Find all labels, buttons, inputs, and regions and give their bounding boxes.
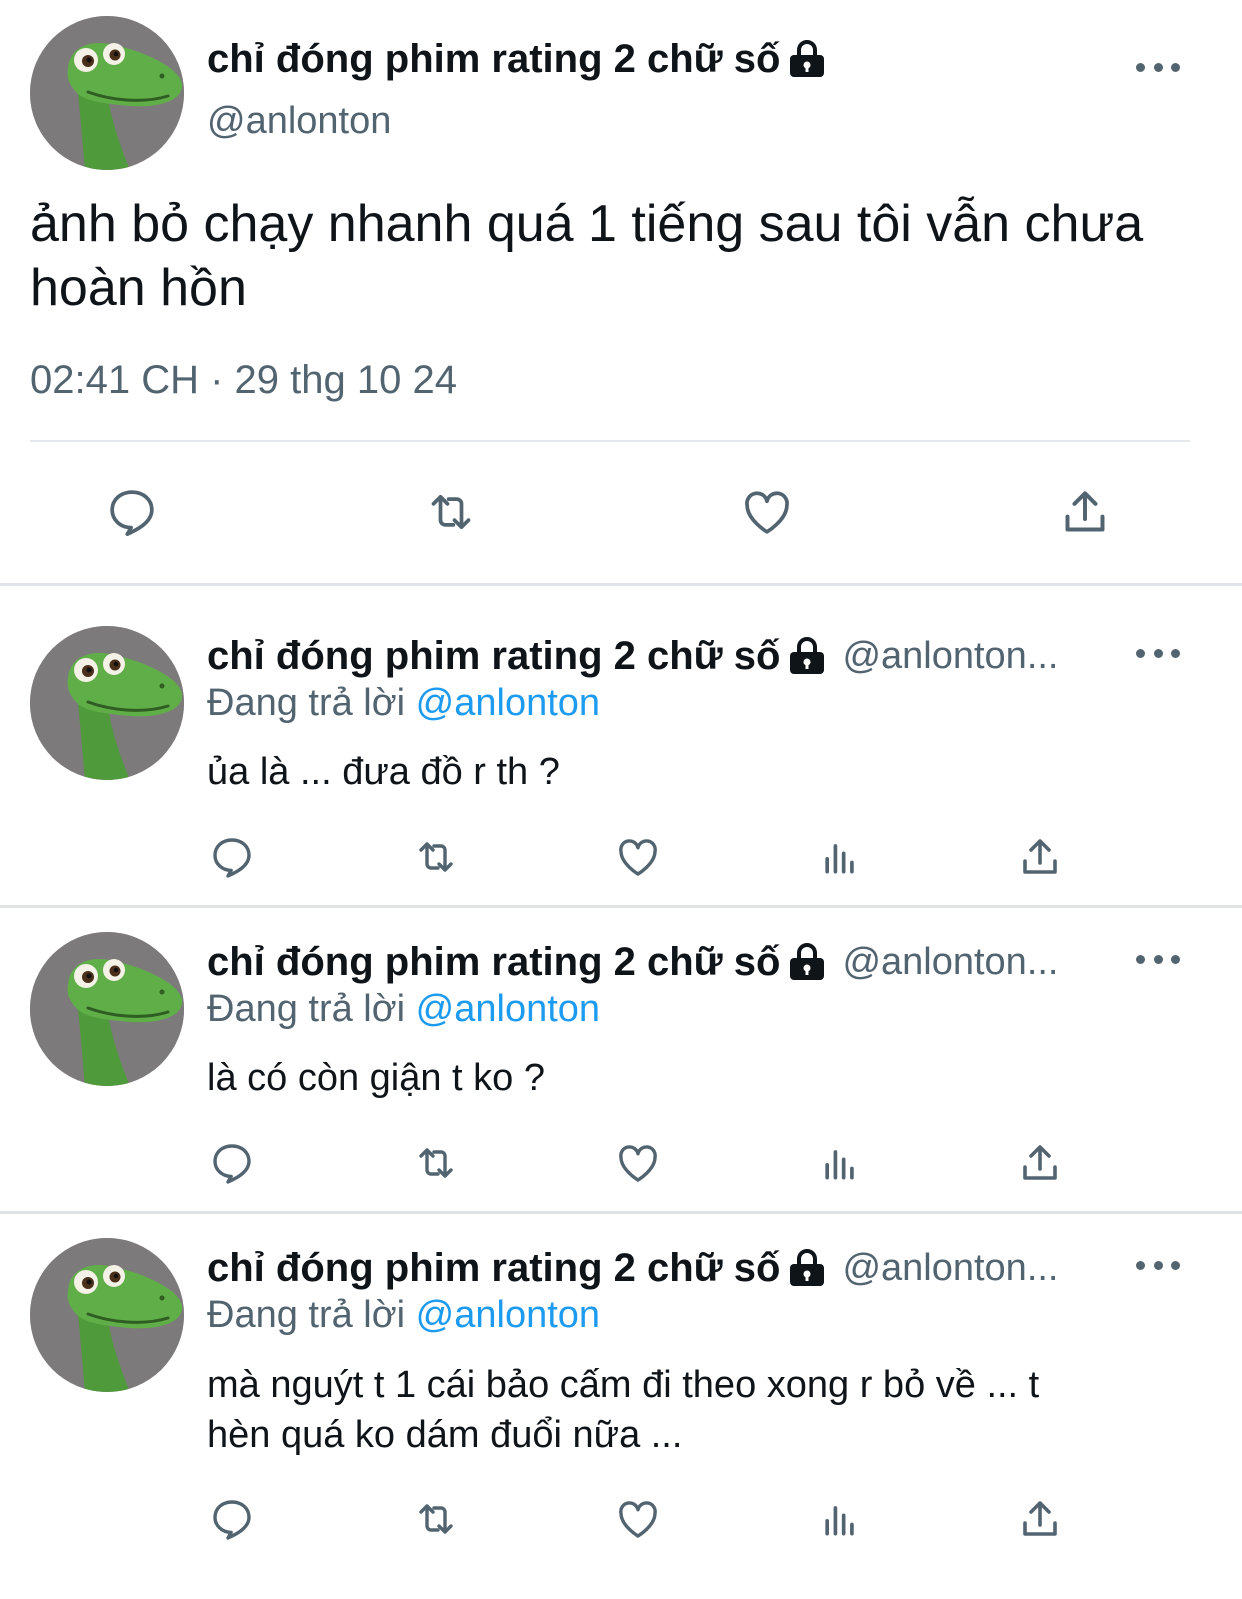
display-name[interactable]: chỉ đóng phim rating 2 chữ số @anlonton.… (207, 938, 1059, 986)
replying-to-label: Đang trả lời (207, 988, 406, 1030)
display-name-text: chỉ đóng phim rating 2 chữ số (207, 1245, 781, 1290)
lock-icon (788, 636, 826, 676)
tweet-text-line: là có còn giận t ko ? (207, 1057, 545, 1099)
tweet-text-line: hoàn hồn (30, 259, 247, 317)
replying-to: Đang trả lời @anlonton (207, 1294, 600, 1337)
heart-icon[interactable] (612, 832, 664, 882)
handle[interactable]: @anlonton... (842, 1247, 1058, 1290)
display-name[interactable]: chỉ đóng phim rating 2 chữ số (207, 35, 826, 83)
avatar[interactable] (30, 16, 184, 170)
retweet-icon[interactable] (408, 832, 464, 882)
avatar[interactable] (30, 626, 184, 780)
mention-link[interactable]: @anlonton (416, 988, 600, 1030)
section-divider (0, 905, 1242, 908)
avatar[interactable] (30, 932, 184, 1086)
tweet-text: mà nguýt t 1 cái bảo cấm đi theo xong r … (207, 1360, 1039, 1460)
tweet-text-line: ảnh bỏ chạy nhanh quá 1 tiếng sau tôi vẫ… (30, 195, 1144, 253)
tweet-text-line: ủa là ... đưa đồ r th ? (207, 751, 560, 793)
more-dots-icon[interactable] (1136, 1255, 1180, 1275)
reply-bubble-icon[interactable] (102, 482, 162, 542)
retweet-icon[interactable] (418, 482, 484, 542)
heart-icon[interactable] (736, 482, 798, 542)
avatar[interactable] (30, 1238, 184, 1392)
display-name[interactable]: chỉ đóng phim rating 2 chữ số @anlonton.… (207, 1244, 1059, 1292)
retweet-icon[interactable] (408, 1138, 464, 1188)
replying-to: Đang trả lời @anlonton (207, 682, 600, 725)
share-upload-icon[interactable] (1016, 832, 1064, 882)
display-name[interactable]: chỉ đóng phim rating 2 chữ số @anlonton.… (207, 632, 1059, 680)
mention-link[interactable]: @anlonton (416, 682, 600, 724)
handle[interactable]: @anlonton... (842, 941, 1058, 984)
display-name-text: chỉ đóng phim rating 2 chữ số (207, 36, 781, 81)
handle[interactable]: @anlonton... (842, 635, 1058, 678)
mention-link[interactable]: @anlonton (416, 1294, 600, 1336)
more-dots-icon[interactable] (1136, 57, 1180, 77)
section-divider (0, 1211, 1242, 1214)
retweet-icon[interactable] (408, 1494, 464, 1544)
replying-to: Đang trả lời @anlonton (207, 988, 600, 1031)
divider (30, 440, 1190, 442)
share-upload-icon[interactable] (1016, 1138, 1064, 1188)
views-bar-icon[interactable] (816, 1138, 864, 1188)
tweet-text: là có còn giận t ko ? (207, 1054, 545, 1102)
lock-icon (788, 39, 826, 79)
display-name-text: chỉ đóng phim rating 2 chữ số (207, 633, 781, 678)
replying-to-label: Đang trả lời (207, 682, 406, 724)
lock-icon (788, 1248, 826, 1288)
reply-bubble-icon[interactable] (208, 1138, 256, 1188)
tweet-text-line: mà nguýt t 1 cái bảo cấm đi theo xong r … (207, 1364, 1040, 1406)
dinosaur-avatar-image (30, 932, 184, 1086)
heart-icon[interactable] (612, 1138, 664, 1188)
more-dots-icon[interactable] (1136, 643, 1180, 663)
lock-icon (788, 942, 826, 982)
dinosaur-avatar-image (30, 1238, 184, 1392)
display-name-text: chỉ đóng phim rating 2 chữ số (207, 939, 781, 984)
reply-bubble-icon[interactable] (208, 832, 256, 882)
share-upload-icon[interactable] (1016, 1494, 1064, 1544)
views-bar-icon[interactable] (816, 1494, 864, 1544)
handle[interactable]: @anlonton (207, 100, 391, 143)
timestamp[interactable]: 02:41 CH · 29 thg 10 24 (30, 358, 457, 403)
share-upload-icon[interactable] (1055, 482, 1115, 542)
reply-bubble-icon[interactable] (208, 1494, 256, 1544)
tweet-text: ảnh bỏ chạy nhanh quá 1 tiếng sau tôi vẫ… (30, 192, 1143, 320)
views-bar-icon[interactable] (816, 832, 864, 882)
more-dots-icon[interactable] (1136, 949, 1180, 969)
replying-to-label: Đang trả lời (207, 1294, 406, 1336)
tweet-text-line: hèn quá ko dám đuổi nữa ... (207, 1414, 683, 1456)
heart-icon[interactable] (612, 1494, 664, 1544)
tweet-text: ủa là ... đưa đồ r th ? (207, 748, 560, 796)
dinosaur-avatar-image (30, 626, 184, 780)
section-divider (0, 583, 1242, 586)
dinosaur-avatar-image (30, 16, 184, 170)
